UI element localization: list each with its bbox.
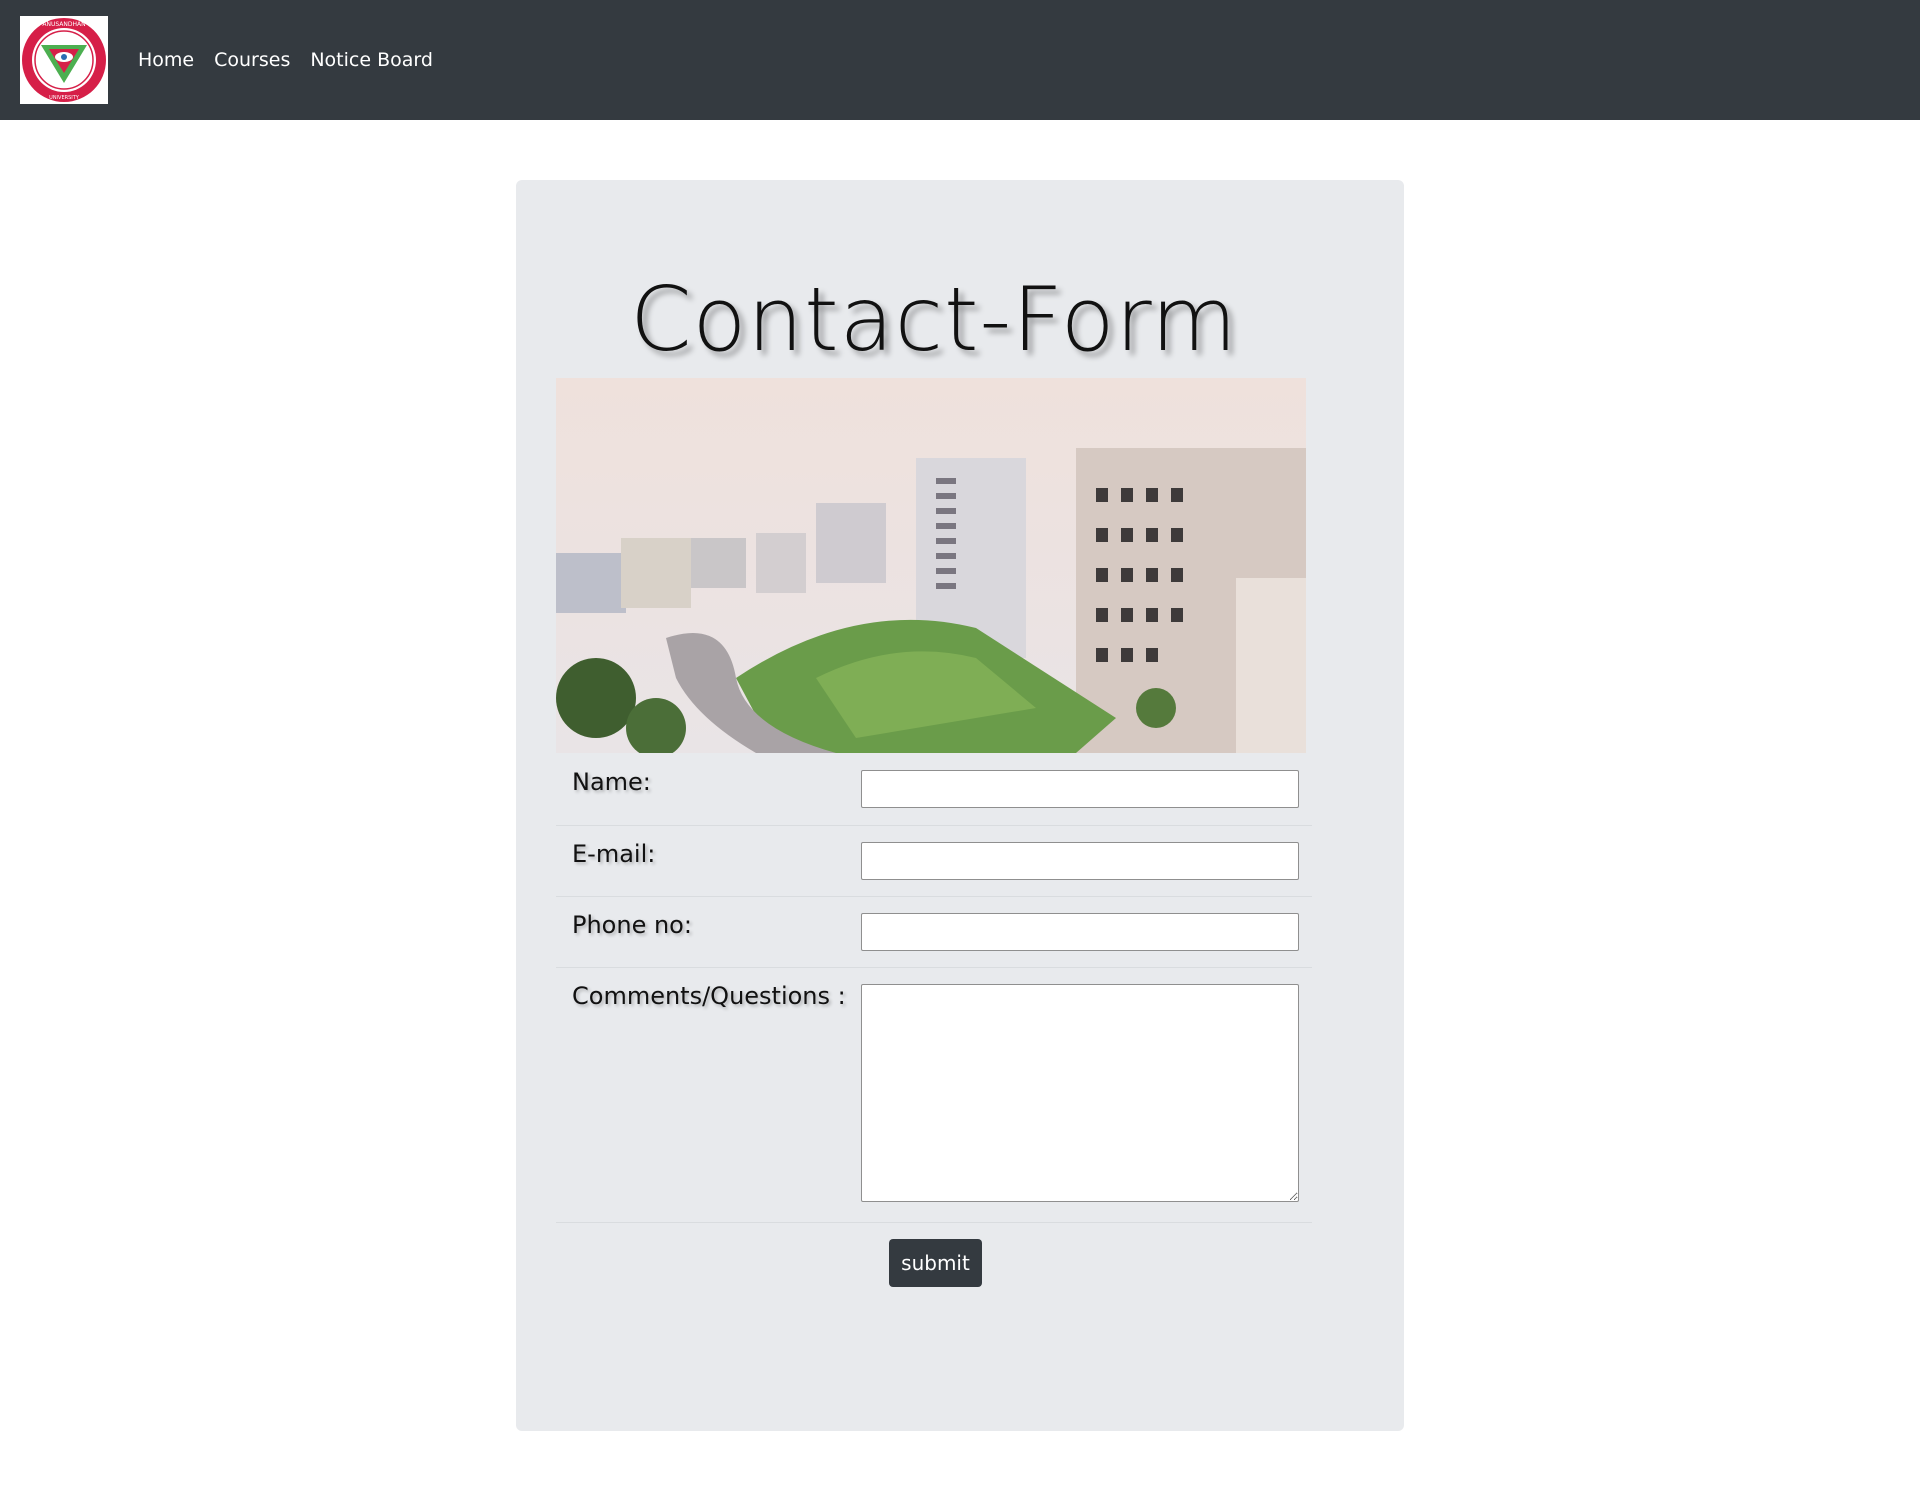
university-logo[interactable]: ANUSANDHAN UNIVERSITY <box>20 16 108 104</box>
nav-home-link[interactable]: Home <box>138 49 194 71</box>
comments-row: Comments/Questions : <box>556 968 1312 1223</box>
email-row: E-mail: <box>556 826 1312 897</box>
svg-text:ANUSANDHAN: ANUSANDHAN <box>42 21 85 28</box>
email-input[interactable] <box>861 842 1299 880</box>
name-input[interactable] <box>861 770 1299 808</box>
phone-label: Phone no: <box>572 911 692 939</box>
nav-courses-link[interactable]: Courses <box>214 49 290 71</box>
phone-row: Phone no: <box>556 897 1312 968</box>
top-navbar: ANUSANDHAN UNIVERSITY Home Courses Notic… <box>0 0 1920 120</box>
comments-label: Comments/Questions : <box>572 982 846 1010</box>
logo-seal-icon: ANUSANDHAN UNIVERSITY <box>22 18 106 102</box>
nav-links: Home Courses Notice Board <box>138 0 433 120</box>
page-title: Contact-Form <box>630 268 1238 371</box>
campus-image <box>556 378 1306 753</box>
svg-text:UNIVERSITY: UNIVERSITY <box>49 95 80 101</box>
campus-photo <box>556 378 1306 753</box>
email-label: E-mail: <box>572 840 656 868</box>
phone-input[interactable] <box>861 913 1299 951</box>
name-row: Name: <box>556 754 1312 826</box>
nav-notice-board-link[interactable]: Notice Board <box>310 49 433 71</box>
name-label: Name: <box>572 768 651 796</box>
comments-textarea[interactable] <box>861 984 1299 1202</box>
submit-button[interactable]: submit <box>889 1239 982 1287</box>
